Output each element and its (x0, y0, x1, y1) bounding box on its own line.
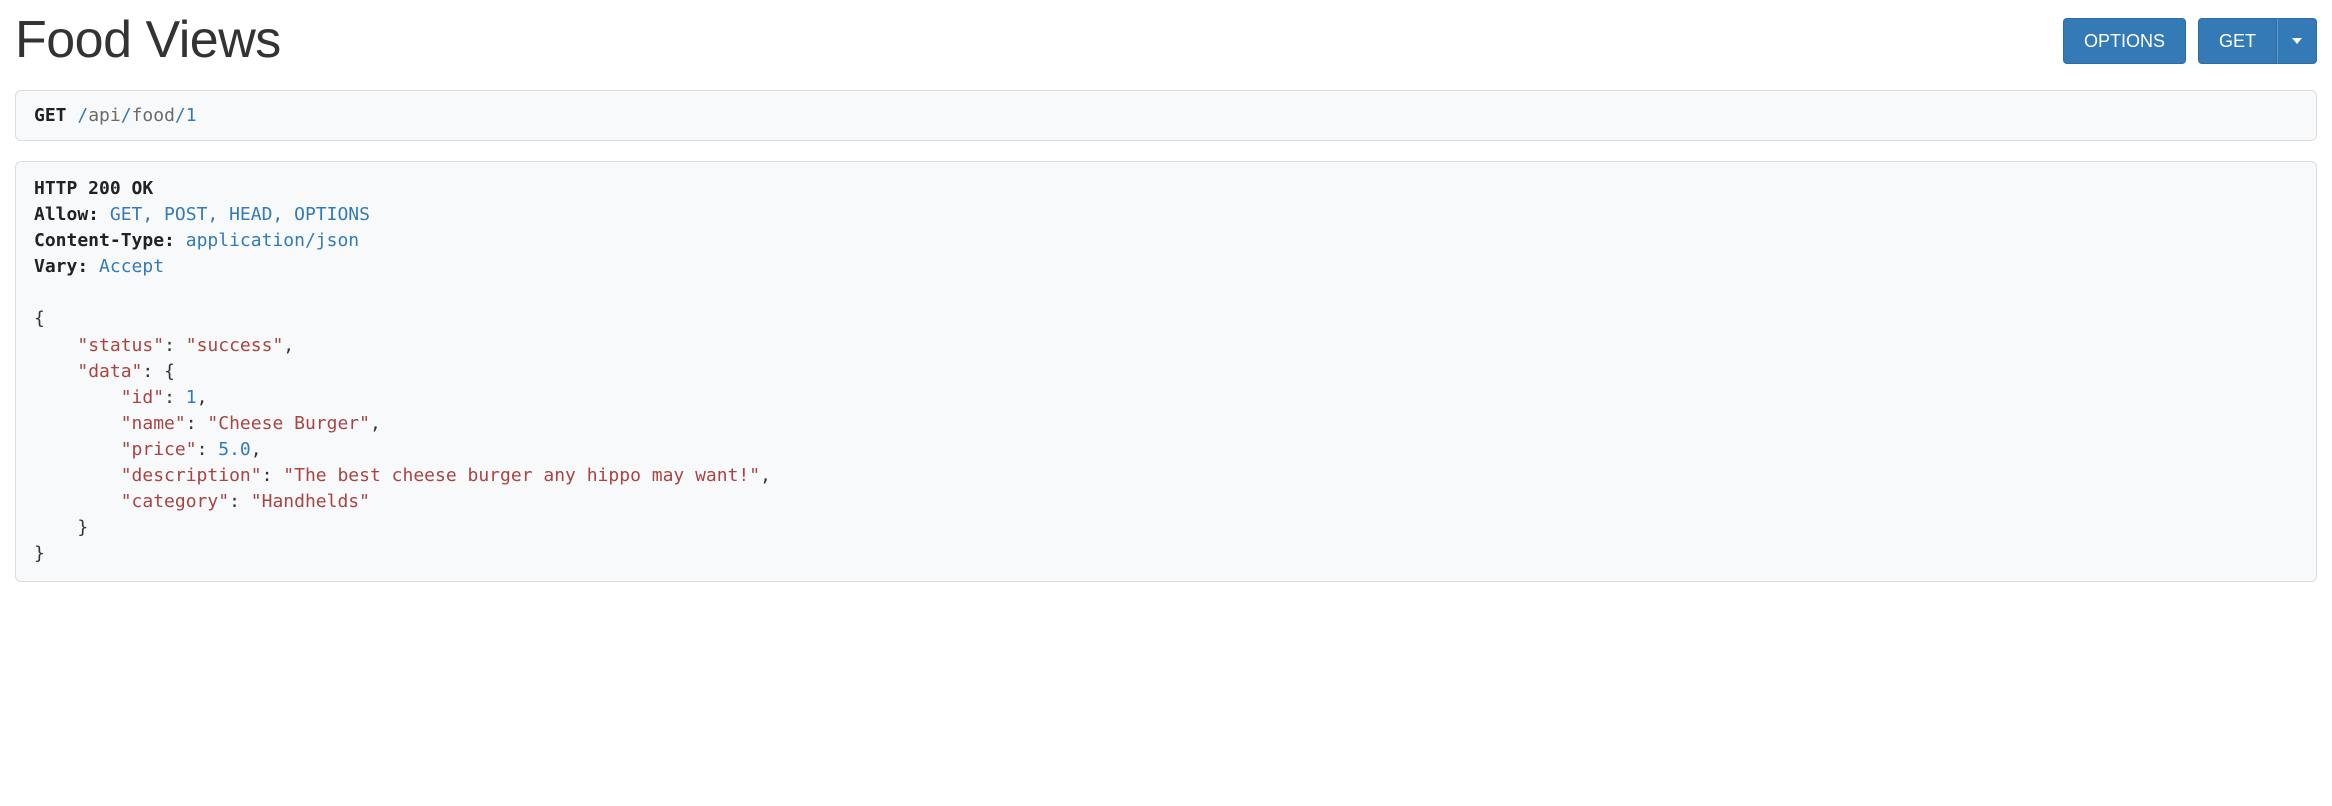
content-type-label: Content-Type: (34, 230, 175, 251)
request-method: GET (34, 105, 67, 126)
json-val-id: 1 (186, 387, 197, 408)
vary-value: Accept (99, 256, 164, 277)
json-key-status: "status" (77, 335, 164, 356)
json-val-description: "The best cheese burger any hippo may wa… (283, 465, 760, 486)
response-panel: HTTP 200 OK Allow: GET, POST, HEAD, OPTI… (15, 161, 2317, 582)
json-val-name: "Cheese Burger" (207, 413, 370, 434)
vary-label: Vary: (34, 256, 88, 277)
status-line: HTTP 200 OK (34, 178, 153, 199)
page-header: Food Views OPTIONS GET (15, 10, 2317, 70)
options-button[interactable]: OPTIONS (2063, 18, 2186, 64)
json-val-category: "Handhelds" (251, 491, 370, 512)
json-key-name: "name" (121, 413, 186, 434)
path-seg-1: food (132, 105, 175, 126)
path-slash: / (77, 105, 88, 126)
get-button-group: GET (2198, 18, 2317, 64)
action-bar: OPTIONS GET (2063, 10, 2317, 64)
page-title: Food Views (15, 10, 281, 70)
json-key-data: "data" (77, 361, 142, 382)
path-seg-0: api (88, 105, 121, 126)
path-id: 1 (186, 105, 197, 126)
allow-label: Allow: (34, 204, 99, 225)
get-button[interactable]: GET (2198, 18, 2277, 64)
caret-down-icon (2292, 38, 2302, 44)
request-panel: GET /api/food/1 (15, 90, 2317, 141)
path-slash: / (175, 105, 186, 126)
content-type-value: application/json (186, 230, 359, 251)
request-line: GET /api/food/1 (34, 105, 2298, 126)
json-key-category: "category" (121, 491, 229, 512)
get-dropdown-toggle[interactable] (2277, 18, 2317, 64)
json-val-status: "success" (186, 335, 284, 356)
json-key-price: "price" (121, 439, 197, 460)
allow-value: GET, POST, HEAD, OPTIONS (110, 204, 370, 225)
json-key-id: "id" (121, 387, 164, 408)
json-key-description: "description" (121, 465, 262, 486)
path-slash: / (121, 105, 132, 126)
response-body: HTTP 200 OK Allow: GET, POST, HEAD, OPTI… (34, 176, 2298, 567)
json-val-price: 5.0 (218, 439, 251, 460)
